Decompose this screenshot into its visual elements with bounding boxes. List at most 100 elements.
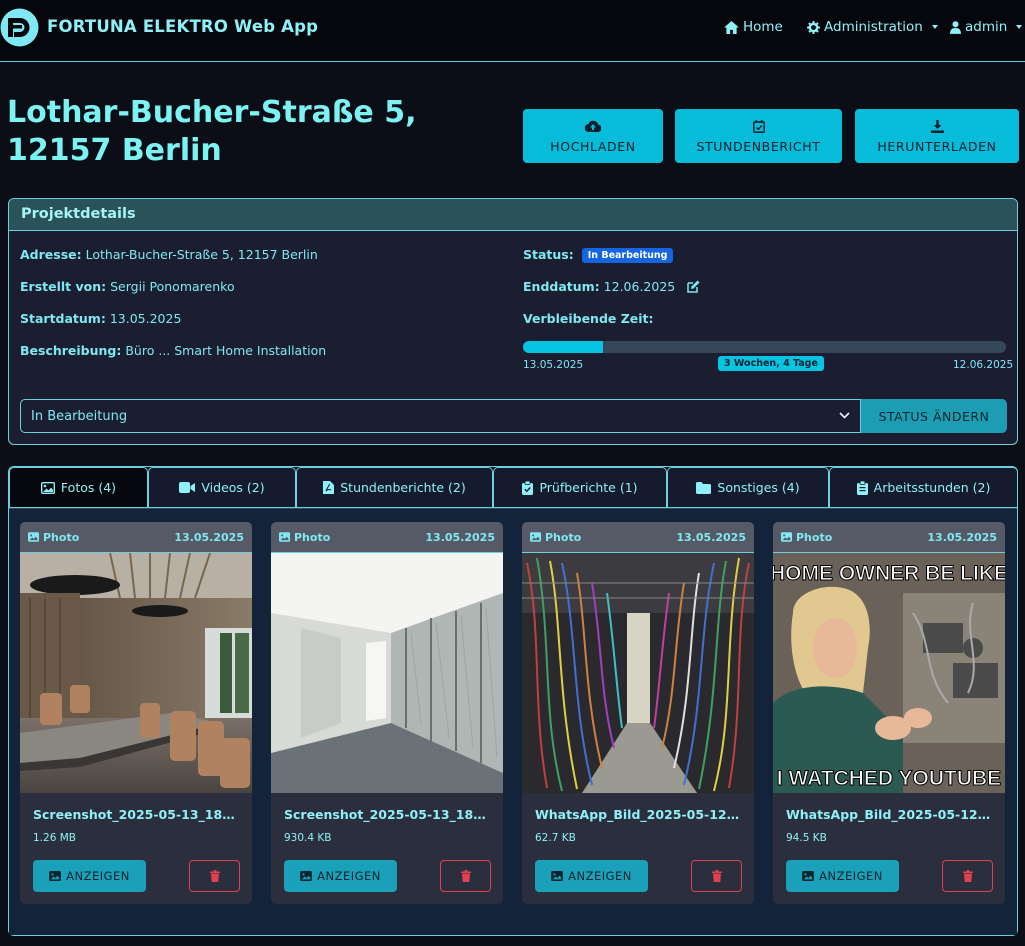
photo-filename[interactable]: Screenshot_2025-05-13_184432.p... [33, 807, 243, 822]
tab-photos-label: Fotos (4) [60, 480, 117, 495]
tab-working-hours[interactable]: Arbeitsstunden (2) [829, 467, 1018, 508]
start-date-field: Startdatum: 13.05.2025 [20, 311, 181, 326]
end-date-field: Enddatum: 12.06.2025 [523, 279, 700, 294]
photo-card: Photo 13.05.2025 HOME OWNER BE LIKE I WA… [773, 522, 1005, 904]
nav-home[interactable]: Home [724, 19, 783, 35]
photo-filesize: 62.7 KB [535, 832, 576, 844]
created-by-field: Erstellt von: Sergii Ponomarenko [20, 279, 235, 294]
status-field: Status: In Bearbeitung [523, 247, 674, 263]
view-photo-label: ANZEIGEN [66, 869, 130, 883]
photo-filename[interactable]: Screenshot_2025-05-13_184515.png [284, 807, 494, 822]
trash-icon [460, 870, 471, 882]
nav-home-label: Home [743, 19, 783, 35]
project-details-card: Projektdetails Adresse: Lothar-Bucher-St… [8, 198, 1018, 445]
upload-button-label: HOCHLADEN [550, 139, 636, 154]
tab-misc-label: Sonstiges (4) [717, 480, 800, 495]
photo-card-header: Photo 13.05.2025 [20, 522, 252, 553]
start-date-value: 13.05.2025 [109, 311, 182, 326]
top-navbar: FORTUNA ELEKTRO Web App Home Administrat… [0, 0, 1025, 62]
created-by-label: Erstellt von: [20, 279, 107, 294]
image-icon [781, 532, 792, 542]
project-details-header: Projektdetails [9, 199, 1017, 231]
time-report-button[interactable]: STUNDENBERICHT [675, 109, 842, 163]
description-label: Beschreibung: [20, 343, 122, 358]
nav-administration[interactable]: Administration [807, 19, 938, 35]
change-status-button[interactable]: STATUS ÄNDERN [861, 399, 1007, 433]
trash-icon [711, 870, 722, 882]
photo-card-header: Photo 13.05.2025 [522, 522, 754, 553]
home-icon [724, 20, 739, 34]
address-label: Adresse: [20, 247, 82, 262]
photo-thumbnail[interactable] [20, 553, 252, 793]
photo-thumbnail[interactable] [271, 553, 503, 793]
upload-button[interactable]: HOCHLADEN [523, 109, 663, 163]
edit-icon[interactable] [687, 280, 700, 293]
chevron-down-icon [839, 412, 850, 419]
trash-icon [962, 870, 973, 882]
photo-filename[interactable]: WhatsApp_Bild_2025-05-12_um_0... [535, 807, 745, 822]
photo-card-header: Photo 13.05.2025 [271, 522, 503, 553]
file-pdf-icon [323, 481, 335, 494]
time-report-button-label: STUNDENBERICHT [696, 139, 821, 154]
tab-working-hours-label: Arbeitsstunden (2) [873, 480, 991, 495]
image-icon [530, 532, 541, 542]
view-photo-button[interactable]: ANZEIGEN [535, 860, 648, 892]
delete-photo-button[interactable] [189, 860, 240, 892]
photo-type: Photo [796, 530, 833, 544]
media-tabs-panel: Fotos (4) Videos (2) Stundenberichte (2)… [8, 466, 1018, 936]
cloud-upload-icon [585, 120, 601, 132]
progress-start-date: 13.05.2025 [523, 359, 584, 371]
download-button[interactable]: HERUNTERLADEN [855, 109, 1019, 163]
status-select[interactable]: In Bearbeitung [20, 399, 861, 433]
photo-thumbnail[interactable]: HOME OWNER BE LIKE I WATCHED YOUTUBE [773, 553, 1005, 793]
view-photo-button[interactable]: ANZEIGEN [33, 860, 146, 892]
end-date-label: Enddatum: [523, 279, 600, 294]
photo-thumbnail[interactable] [522, 553, 754, 793]
gear-icon [807, 20, 820, 34]
brand-title[interactable]: FORTUNA ELEKTRO Web App [47, 17, 318, 36]
created-by-value: Sergii Ponomarenko [110, 279, 235, 294]
start-date-label: Startdatum: [20, 311, 106, 326]
view-photo-label: ANZEIGEN [317, 869, 381, 883]
view-photo-button[interactable]: ANZEIGEN [786, 860, 899, 892]
view-photo-label: ANZEIGEN [819, 869, 883, 883]
end-date-value: 12.06.2025 [603, 279, 676, 294]
photo-type: Photo [294, 530, 331, 544]
view-photo-button[interactable]: ANZEIGEN [284, 860, 397, 892]
tab-inspection-reports[interactable]: Prüfberichte (1) [493, 467, 667, 508]
download-button-label: HERUNTERLADEN [877, 139, 997, 154]
photo-filesize: 930.4 KB [284, 832, 332, 844]
folder-icon [696, 481, 712, 494]
photos-grid: Photo 13.05.2025 Screenshot_2025-05-13_1… [9, 508, 1017, 935]
meme-bottom-text: I WATCHED YOUTUBE [777, 767, 1001, 790]
chevron-down-icon [931, 25, 938, 29]
brand-logo[interactable] [0, 8, 39, 47]
image-icon [300, 871, 312, 881]
tab-photos[interactable]: Fotos (4) [9, 467, 148, 508]
photo-type: Photo [43, 530, 80, 544]
remaining-time-field: Verbleibende Zeit: [523, 311, 654, 326]
delete-photo-button[interactable] [440, 860, 491, 892]
image-icon [279, 532, 290, 542]
photo-filename[interactable]: WhatsApp_Bild_2025-05-12_um_0... [786, 807, 996, 822]
user-icon [950, 20, 961, 34]
description-value: Büro ... Smart Home Installation [125, 343, 327, 358]
tab-inspection-reports-label: Prüfberichte (1) [539, 480, 638, 495]
photo-card-header: Photo 13.05.2025 [773, 522, 1005, 553]
remaining-time-label: Verbleibende Zeit: [523, 311, 654, 326]
progress-fill [523, 341, 603, 353]
image-icon [802, 871, 814, 881]
tab-time-reports[interactable]: Stundenberichte (2) [296, 467, 493, 508]
tab-videos[interactable]: Videos (2) [148, 467, 296, 508]
nav-user-menu[interactable]: admin [950, 19, 1023, 35]
tab-time-reports-label: Stundenberichte (2) [340, 480, 466, 495]
page-title: Lothar-Bucher-Straße 5, 12157 Berlin [7, 95, 417, 168]
clipboard-icon [856, 480, 868, 495]
tab-videos-label: Videos (2) [201, 480, 265, 495]
delete-photo-button[interactable] [942, 860, 993, 892]
tab-misc[interactable]: Sonstiges (4) [667, 467, 829, 508]
photo-date: 13.05.2025 [425, 530, 495, 544]
nav-administration-label: Administration [824, 19, 923, 35]
delete-photo-button[interactable] [691, 860, 742, 892]
status-select-value: In Bearbeitung [31, 409, 128, 424]
